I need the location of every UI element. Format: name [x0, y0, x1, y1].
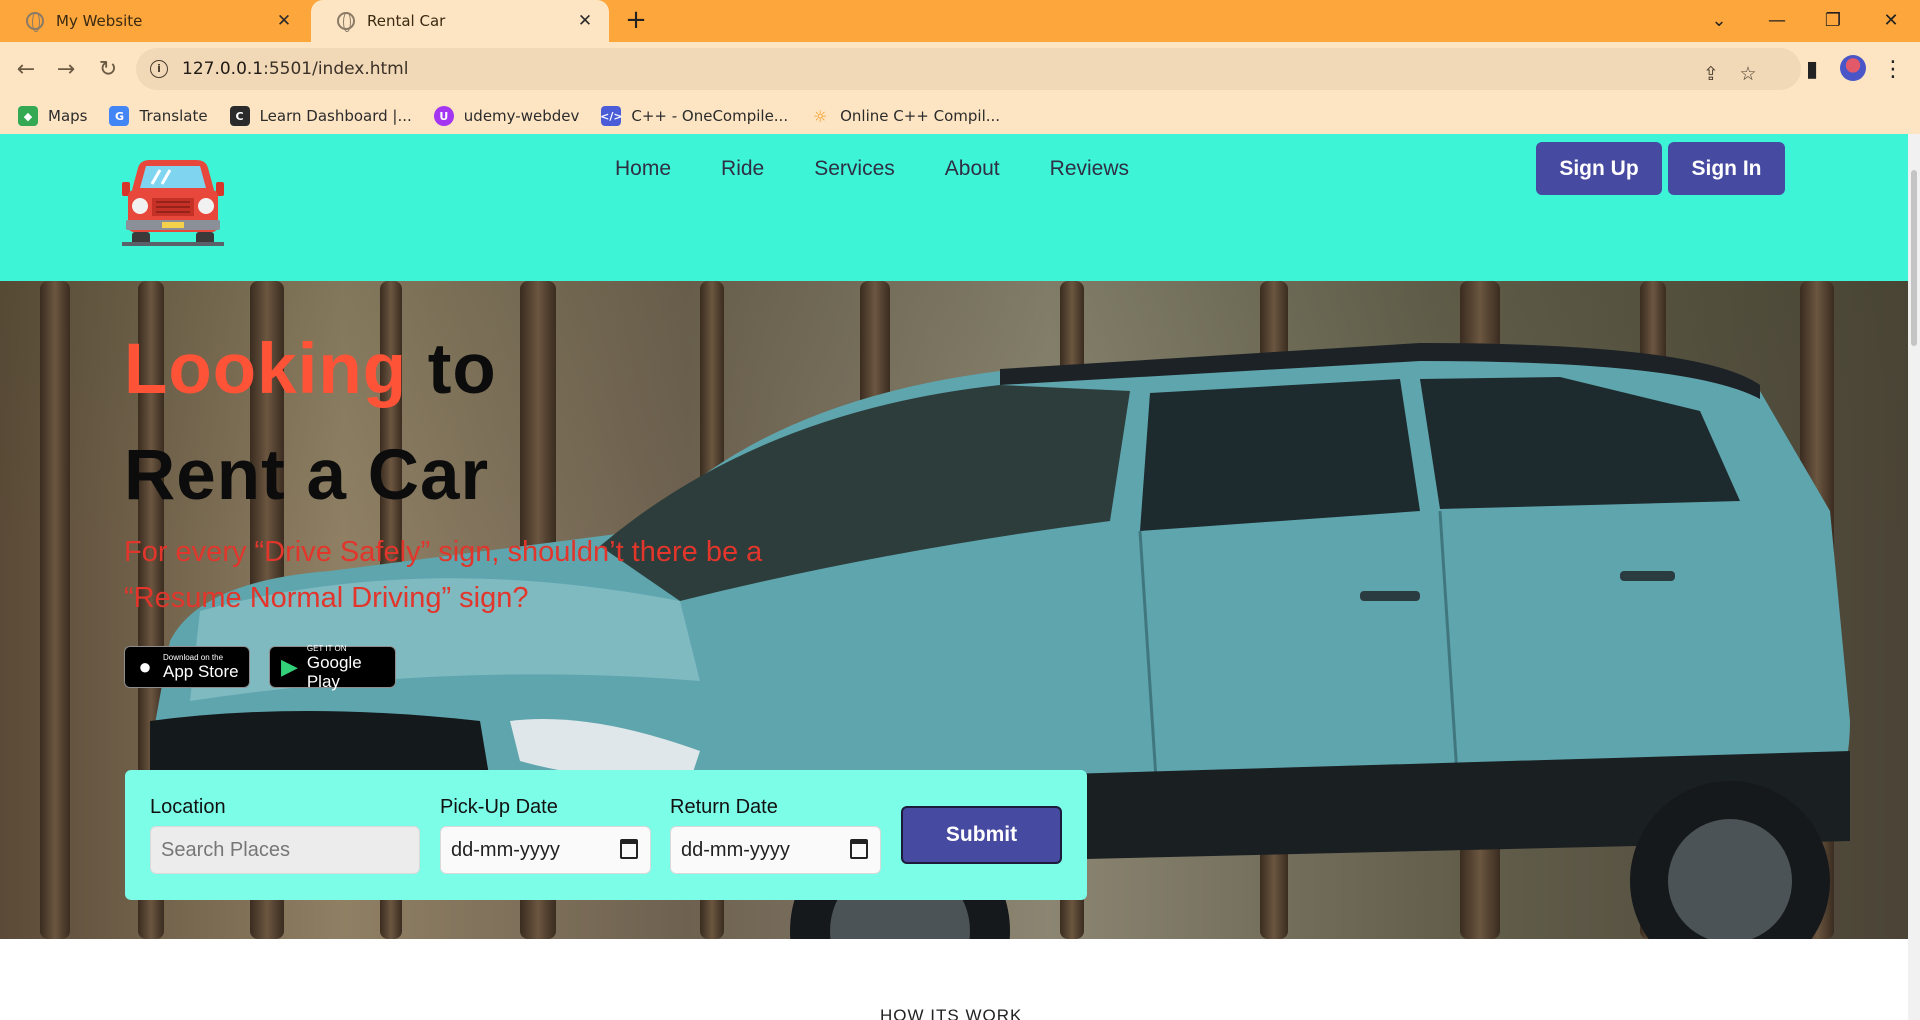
bookmark-online-cpp[interactable]: ☼ Online C++ Compil... — [810, 106, 1000, 126]
restore-icon[interactable]: ❐ — [1818, 6, 1848, 36]
bookmark-translate[interactable]: G Translate — [109, 106, 208, 126]
url-text: 127.0.0.1:5501/index.html — [182, 59, 409, 79]
app-store-badge[interactable]: ● Download on the App Store — [124, 646, 250, 688]
forward-icon[interactable]: → — [50, 54, 82, 86]
browser-tab-bar: My Website ✕ Rental Car ✕ + ⌄ — ❐ ✕ — [0, 0, 1920, 42]
pickup-date-input[interactable]: dd-mm-yyyy — [440, 826, 651, 874]
nav-ride[interactable]: Ride — [721, 156, 764, 182]
tab-rental-car[interactable]: Rental Car ✕ — [311, 0, 609, 42]
submit-button[interactable]: Submit — [901, 806, 1062, 864]
sign-in-button[interactable]: Sign In — [1668, 142, 1785, 195]
nav-home[interactable]: Home — [615, 156, 671, 182]
minimize-icon[interactable]: — — [1762, 6, 1792, 36]
share-icon[interactable]: ⇪ — [1697, 60, 1725, 88]
tab-my-website[interactable]: My Website ✕ — [0, 0, 308, 42]
page-scrollbar[interactable] — [1908, 134, 1920, 1020]
bookmarks-bar: ◆ Maps G Translate C Learn Dashboard |..… — [0, 98, 1920, 134]
close-icon[interactable]: ✕ — [575, 11, 595, 31]
calendar-icon[interactable] — [850, 839, 868, 859]
tab-search-chevron-icon[interactable]: ⌄ — [1704, 6, 1734, 36]
calendar-icon[interactable] — [620, 839, 638, 859]
how-it-works-heading: HOW ITS WORK — [880, 1006, 1023, 1020]
codecademy-icon: C — [229, 106, 250, 126]
hero-title: Looking to Rent a Car — [124, 317, 497, 529]
translate-icon: G — [109, 106, 130, 126]
scrollbar-thumb[interactable] — [1911, 170, 1917, 346]
hero-title-line1-rest: to — [407, 330, 497, 409]
play-store-icon: ▶ — [280, 654, 298, 679]
onecompiler-icon: </> — [600, 106, 623, 126]
location-label: Location — [150, 796, 226, 818]
apple-icon: ● — [138, 654, 152, 679]
location-input[interactable]: Search Places — [150, 826, 420, 874]
globe-icon — [337, 12, 355, 32]
google-play-badge[interactable]: ▶ GET IT ON Google Play — [269, 644, 396, 691]
back-icon[interactable]: ← — [10, 54, 42, 86]
nav-about[interactable]: About — [945, 156, 1000, 182]
bookmark-star-icon[interactable]: ☆ — [1734, 60, 1762, 88]
site-info-icon[interactable]: i — [150, 60, 168, 78]
hero-title-line2: Rent a Car — [124, 436, 490, 515]
close-icon[interactable]: ✕ — [274, 11, 294, 31]
bookmark-maps[interactable]: ◆ Maps — [18, 106, 87, 126]
new-tab-icon[interactable]: + — [622, 6, 650, 34]
sun-icon: ☼ — [812, 106, 828, 126]
address-bar[interactable]: i 127.0.0.1:5501/index.html ⇪ ☆ — [136, 48, 1801, 90]
return-date-label: Return Date — [670, 796, 778, 818]
bookmark-udemy[interactable]: U udemy-webdev — [433, 106, 579, 126]
main-nav: Home Ride Services About Reviews — [615, 156, 1179, 182]
bookmark-onecompiler[interactable]: </> C++ - OneCompile... — [600, 106, 788, 126]
pickup-date-label: Pick-Up Date — [440, 796, 558, 818]
nav-reviews[interactable]: Reviews — [1050, 156, 1129, 182]
site-navbar: Home Ride Services About Reviews Sign Up… — [0, 134, 1908, 281]
window-close-icon[interactable]: ✕ — [1876, 6, 1906, 36]
tab-title: Rental Car — [367, 12, 446, 30]
menu-kebab-icon[interactable]: ⋮ — [1877, 54, 1909, 86]
globe-icon — [26, 12, 44, 32]
jeep-logo[interactable] — [122, 160, 224, 246]
browser-toolbar: ← → ↻ i 127.0.0.1:5501/index.html ⇪ ☆ ▮ … — [0, 42, 1920, 98]
udemy-icon: U — [433, 106, 454, 126]
side-panel-icon[interactable]: ▮ — [1796, 54, 1828, 86]
nav-services[interactable]: Services — [814, 156, 895, 182]
hero-title-accent: Looking — [124, 330, 408, 409]
maps-icon: ◆ — [18, 106, 38, 126]
tab-title: My Website — [56, 12, 143, 30]
bookmark-learn-dashboard[interactable]: C Learn Dashboard |... — [229, 106, 412, 126]
profile-avatar[interactable] — [1840, 55, 1866, 81]
booking-form: Location Search Places Pick-Up Date dd-m… — [125, 770, 1087, 900]
hero-subtitle: For every “Drive Safely” sign, shouldn’t… — [124, 536, 763, 614]
reload-icon[interactable]: ↻ — [92, 54, 124, 86]
sign-up-button[interactable]: Sign Up — [1536, 142, 1662, 195]
return-date-input[interactable]: dd-mm-yyyy — [670, 826, 881, 874]
page-viewport: Home Ride Services About Reviews Sign Up… — [0, 134, 1908, 1020]
